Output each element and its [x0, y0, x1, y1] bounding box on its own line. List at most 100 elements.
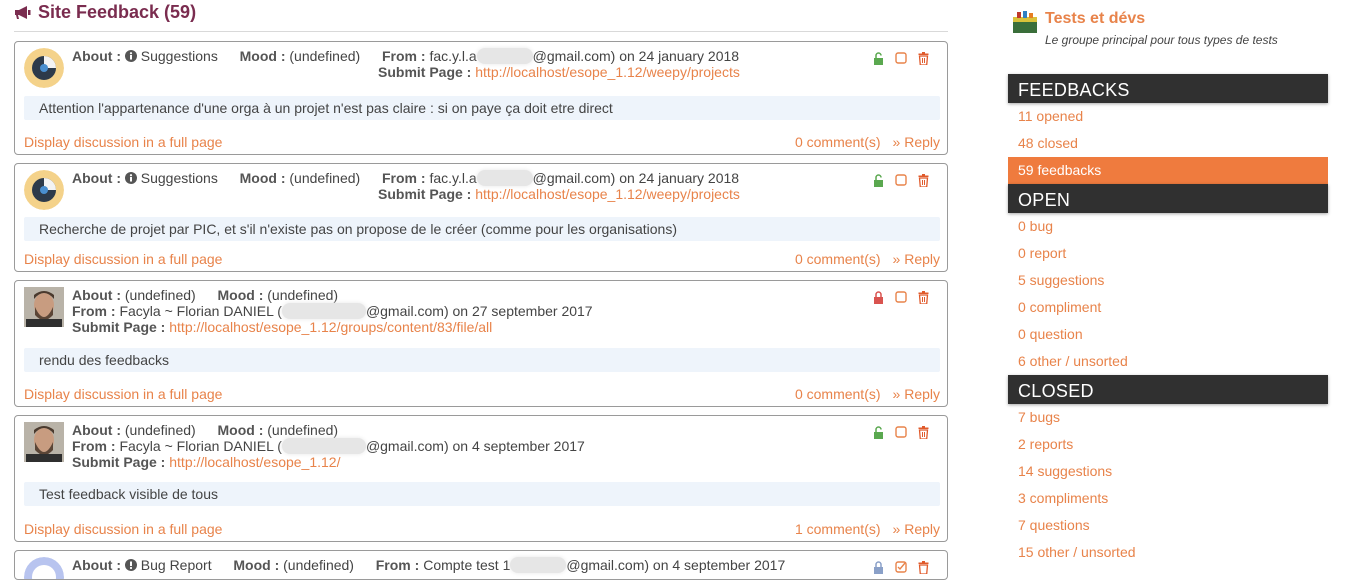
reply-link[interactable]: » Reply — [893, 386, 940, 402]
from-date: @gmail.com) on 24 january 2018 — [532, 48, 740, 64]
filter-closed-compliments[interactable]: 3 compliments — [1008, 485, 1328, 512]
filter-closed-other[interactable]: 15 other / unsorted — [1008, 539, 1328, 566]
checkbox-icon[interactable] — [895, 291, 907, 303]
from-date: @gmail.com) on 4 september 2017 — [365, 438, 585, 454]
feedback-meta: About : Suggestions Mood : (undefined) F… — [72, 170, 817, 202]
from-name: fac.y.l.a — [429, 170, 477, 186]
from-name: Compte test 1 — [423, 557, 511, 573]
from-label: From : — [72, 438, 116, 454]
lock-icon[interactable] — [873, 561, 884, 574]
about-label: About : — [72, 422, 121, 438]
checkbox-checked-icon[interactable] — [895, 561, 907, 573]
avatar — [24, 170, 64, 210]
reply-link[interactable]: » Reply — [893, 134, 940, 150]
mood-label: Mood : — [233, 557, 280, 573]
about-label: About : — [72, 170, 121, 186]
filter-closed-suggestions[interactable]: 14 suggestions — [1008, 458, 1328, 485]
about-value: Suggestions — [140, 170, 218, 186]
reply-link[interactable]: » Reply — [893, 251, 940, 267]
redacted-email — [281, 438, 366, 454]
from-name: Facyla ~ Florian DANIEL ( — [119, 303, 282, 319]
lock-open-icon[interactable] — [873, 174, 884, 187]
comments-link[interactable]: 0 comment(s) — [795, 386, 881, 402]
trash-icon[interactable] — [918, 291, 929, 304]
redacted-email — [510, 557, 567, 573]
card-footer: Display discussion in a full page 0 comm… — [24, 134, 940, 150]
mood-value: (undefined) — [267, 287, 339, 303]
comments-link[interactable]: 1 comment(s) — [795, 521, 881, 537]
display-full-link[interactable]: Display discussion in a full page — [24, 386, 222, 402]
from-label: From : — [72, 303, 116, 319]
trash-icon[interactable] — [918, 561, 929, 574]
filter-open-compliment[interactable]: 0 compliment — [1008, 294, 1328, 321]
submit-page-link[interactable]: http://localhost/esope_1.12/ — [169, 454, 340, 470]
trash-icon[interactable] — [918, 174, 929, 187]
lock-open-icon[interactable] — [873, 52, 884, 65]
feedback-card: About : (undefined) Mood : (undefined) F… — [14, 280, 948, 407]
submit-page-link[interactable]: http://localhost/esope_1.12/groups/conte… — [169, 319, 492, 335]
sidebar: Tests et dévs Le groupe principal pour t… — [1008, 0, 1328, 566]
filter-open-bug[interactable]: 0 bug — [1008, 213, 1328, 240]
info-icon — [124, 172, 137, 184]
filter-closed[interactable]: 48 closed — [1008, 130, 1328, 157]
feedback-meta: About : Bug Report Mood : (undefined) Fr… — [72, 557, 817, 573]
about-label: About : — [72, 557, 121, 573]
about-value: (undefined) — [124, 422, 196, 438]
mood-value: (undefined) — [289, 170, 361, 186]
checkbox-icon[interactable] — [895, 426, 907, 438]
display-full-link[interactable]: Display discussion in a full page — [24, 521, 222, 537]
mood-label: Mood : — [239, 170, 286, 186]
lock-open-icon[interactable] — [873, 426, 884, 439]
info-icon — [124, 50, 137, 62]
warning-icon — [124, 559, 137, 571]
mood-label: Mood : — [217, 422, 264, 438]
filter-open-question[interactable]: 0 question — [1008, 321, 1328, 348]
checkbox-icon[interactable] — [895, 52, 907, 64]
lock-closed-icon[interactable] — [873, 291, 884, 304]
section-feedbacks: FEEDBACKS — [1008, 74, 1328, 103]
card-tools — [873, 561, 929, 574]
comments-link[interactable]: 0 comment(s) — [795, 134, 881, 150]
group-name-link[interactable]: Tests et dévs — [1045, 10, 1145, 28]
submit-page-label: Submit Page : — [72, 454, 166, 470]
section-open: OPEN — [1008, 184, 1328, 213]
from-date: @gmail.com) on 24 january 2018 — [532, 170, 740, 186]
feedback-card: About : (undefined) Mood : (undefined) F… — [14, 415, 948, 542]
about-label: About : — [72, 48, 121, 64]
feedback-message: Test feedback visible de tous — [24, 482, 940, 506]
group-description: Le groupe principal pour tous types de t… — [1045, 33, 1278, 47]
feedback-message: Attention l'appartenance d'une orga à un… — [24, 96, 940, 120]
filter-open-other[interactable]: 6 other / unsorted — [1008, 348, 1328, 375]
submit-page-label: Submit Page : — [72, 319, 166, 335]
from-label: From : — [381, 48, 426, 64]
filter-all-feedbacks[interactable]: 59 feedbacks — [1008, 157, 1328, 184]
from-name: fac.y.l.a — [429, 48, 477, 64]
feedback-card: About : Suggestions Mood : (undefined) F… — [14, 41, 948, 155]
trash-icon[interactable] — [918, 52, 929, 65]
page-header: Site Feedback (59) — [14, 2, 948, 32]
from-label: From : — [375, 557, 420, 573]
filter-closed-questions[interactable]: 7 questions — [1008, 512, 1328, 539]
mood-label: Mood : — [239, 48, 286, 64]
filter-open-suggestions[interactable]: 5 suggestions — [1008, 267, 1328, 294]
filter-opened[interactable]: 11 opened — [1008, 103, 1328, 130]
card-footer: Display discussion in a full page 1 comm… — [24, 521, 940, 537]
submit-page-link[interactable]: http://localhost/esope_1.12/weepy/projec… — [475, 64, 740, 80]
filter-closed-bugs[interactable]: 7 bugs — [1008, 404, 1328, 431]
trash-icon[interactable] — [918, 426, 929, 439]
about-value: Bug Report — [140, 557, 212, 573]
avatar — [24, 422, 64, 462]
checkbox-icon[interactable] — [895, 174, 907, 186]
redacted-email — [476, 48, 533, 64]
comments-link[interactable]: 0 comment(s) — [795, 251, 881, 267]
display-full-link[interactable]: Display discussion in a full page — [24, 134, 222, 150]
feedback-meta: About : Suggestions Mood : (undefined) F… — [72, 48, 817, 80]
display-full-link[interactable]: Display discussion in a full page — [24, 251, 222, 267]
reply-link[interactable]: » Reply — [893, 521, 940, 537]
filter-closed-reports[interactable]: 2 reports — [1008, 431, 1328, 458]
mood-value: (undefined) — [283, 557, 354, 573]
feedback-card: About : Bug Report Mood : (undefined) Fr… — [14, 550, 948, 580]
submit-page-link[interactable]: http://localhost/esope_1.12/weepy/projec… — [475, 186, 740, 202]
about-value: Suggestions — [140, 48, 218, 64]
filter-open-report[interactable]: 0 report — [1008, 240, 1328, 267]
